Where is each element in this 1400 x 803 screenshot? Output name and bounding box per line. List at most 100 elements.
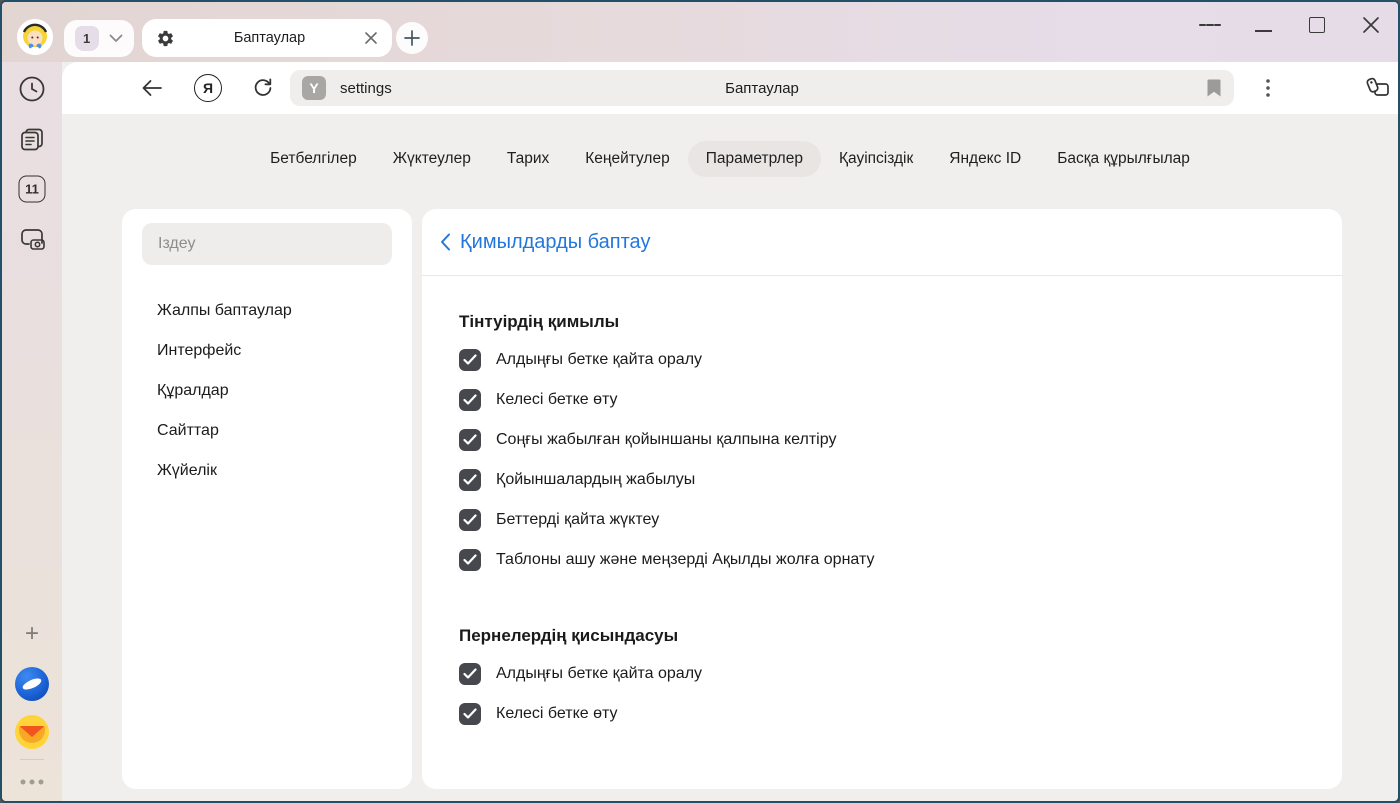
checkmark-icon bbox=[463, 708, 477, 720]
site-favicon: Y bbox=[302, 76, 326, 100]
nav-tab[interactable]: Тарих bbox=[489, 141, 567, 177]
more-panels-button[interactable] bbox=[21, 780, 44, 785]
checkmark-icon bbox=[463, 554, 477, 566]
address-bar-menu-button[interactable] bbox=[1265, 78, 1271, 98]
checkbox-row[interactable]: Беттерді қайта жүктеу bbox=[459, 500, 1342, 540]
checkbox-checked[interactable] bbox=[459, 703, 481, 725]
toolbar: Я Y settings Баптаулар bbox=[62, 62, 1398, 114]
settings-sidebar: Жалпы баптаулар Интерфейс Құралдар Сайтт… bbox=[122, 209, 412, 789]
tab-group-selector[interactable]: 1 bbox=[64, 20, 134, 57]
tab-title: Баптаулар bbox=[175, 30, 364, 46]
page-title[interactable]: Қимылдарды баптау bbox=[460, 231, 650, 254]
checkbox-label: Алдыңғы бетке қайта оралу bbox=[496, 351, 702, 369]
back-chevron-icon[interactable] bbox=[440, 233, 451, 251]
checkbox-checked[interactable] bbox=[459, 349, 481, 371]
checkbox-row[interactable]: Таблоны ашу және меңзерді Ақылды жолға о… bbox=[459, 540, 1342, 580]
nav-tab[interactable]: Басқа құрылғылар bbox=[1039, 141, 1208, 177]
screenshot-button[interactable] bbox=[17, 225, 47, 253]
checkbox-row[interactable]: Соңғы жабылған қойыншаны қалпына келтіру bbox=[459, 420, 1342, 460]
screenshot-camera-icon bbox=[17, 225, 47, 253]
user-avatar[interactable] bbox=[17, 19, 53, 55]
nav-tab[interactable]: Параметрлер bbox=[688, 141, 821, 177]
browser-menu-button[interactable] bbox=[1199, 14, 1221, 36]
checkbox-row[interactable]: Келесі бетке өту bbox=[459, 694, 1342, 734]
tab-close-icon[interactable] bbox=[364, 31, 378, 45]
nav-tab[interactable]: Кеңейтулер bbox=[567, 141, 687, 177]
chevron-down-icon bbox=[109, 34, 123, 43]
side-rail: 11 + bbox=[2, 62, 62, 801]
checkbox-row[interactable]: Алдыңғы бетке қайта оралу bbox=[459, 654, 1342, 694]
checkbox-row[interactable]: Келесі бетке өту bbox=[459, 380, 1342, 420]
checkbox-label: Таблоны ашу және меңзерді Ақылды жолға о… bbox=[496, 551, 874, 569]
checkbox-checked[interactable] bbox=[459, 429, 481, 451]
close-icon bbox=[1362, 16, 1380, 34]
checkbox-label: Соңғы жабылған қойыншаны қалпына келтіру bbox=[496, 431, 836, 449]
browser-window: 1 Баптаулар bbox=[0, 0, 1400, 803]
address-bar-page-title: Баптаулар bbox=[290, 80, 1234, 97]
tab-settings[interactable]: Баптаулар bbox=[142, 19, 392, 57]
section-title-keyboard-shortcuts: Пернелердің қисындасуы bbox=[459, 626, 1342, 646]
settings-nav-tabs: Бетбелгілер Жүктеулер Тарих Кеңейтулер П… bbox=[62, 141, 1398, 177]
nav-tab[interactable]: Яндекс ID bbox=[931, 141, 1039, 177]
maximize-button[interactable] bbox=[1306, 14, 1328, 36]
sidebar-item[interactable]: Жүйелік bbox=[122, 451, 412, 491]
sidebar-item[interactable]: Құралдар bbox=[122, 371, 412, 411]
tab-group-count-badge: 1 bbox=[75, 26, 99, 51]
rail-divider bbox=[20, 759, 44, 760]
nav-tab[interactable]: Қауіпсіздік bbox=[821, 141, 931, 177]
collections-tag-icon bbox=[1364, 75, 1392, 101]
bookmark-icon[interactable] bbox=[1206, 78, 1222, 98]
checkbox-label: Алдыңғы бетке қайта оралу bbox=[496, 665, 702, 683]
reload-button[interactable] bbox=[251, 76, 275, 100]
checkmark-icon bbox=[463, 474, 477, 486]
clock-icon bbox=[18, 75, 46, 103]
section-title-mouse-gestures: Тінтуірдің қимылы bbox=[459, 312, 1342, 332]
checkmark-icon bbox=[463, 668, 477, 680]
nav-tab[interactable]: Жүктеулер bbox=[375, 141, 489, 177]
close-window-button[interactable] bbox=[1360, 14, 1382, 36]
sidebar-item[interactable]: Сайттар bbox=[122, 411, 412, 451]
search-input[interactable] bbox=[142, 223, 392, 265]
checkbox-checked[interactable] bbox=[459, 549, 481, 571]
kebab-menu-icon bbox=[1265, 78, 1271, 98]
checkbox-row[interactable]: Қойыншалардың жабылуы bbox=[459, 460, 1342, 500]
yandex-browser-icon bbox=[15, 667, 49, 701]
tabs-panel-button[interactable]: 11 bbox=[19, 176, 46, 203]
address-bar[interactable]: Y settings Баптаулар bbox=[290, 70, 1234, 106]
dot-icon bbox=[30, 780, 35, 785]
nav-tab[interactable]: Бетбелгілер bbox=[252, 141, 375, 177]
tab-counter-badge: 11 bbox=[19, 176, 46, 203]
content-header: Қимылдарды баптау bbox=[422, 209, 1342, 276]
checkmark-icon bbox=[463, 394, 477, 406]
avatar-girl-icon bbox=[17, 19, 53, 55]
new-tab-button[interactable] bbox=[396, 22, 428, 54]
checkbox-checked[interactable] bbox=[459, 389, 481, 411]
checkmark-icon bbox=[463, 434, 477, 446]
keyboard-shortcuts-list: Алдыңғы бетке қайта оралу Келесі бетке ө… bbox=[459, 654, 1342, 734]
checkmark-icon bbox=[463, 354, 477, 366]
checkbox-row[interactable]: Алдыңғы бетке қайта оралу bbox=[459, 340, 1342, 380]
mouse-gestures-list: Алдыңғы бетке қайта оралу Келесі бетке ө… bbox=[459, 340, 1342, 580]
yandex-home-button[interactable]: Я bbox=[194, 74, 222, 102]
sidebar-item[interactable]: Интерфейс bbox=[122, 331, 412, 371]
sidebar-item[interactable]: Жалпы баптаулар bbox=[122, 291, 412, 331]
collections-button[interactable] bbox=[1364, 75, 1392, 101]
checkbox-checked[interactable] bbox=[459, 663, 481, 685]
back-arrow-icon bbox=[141, 79, 163, 97]
settings-sidebar-list: Жалпы баптаулар Интерфейс Құралдар Сайтт… bbox=[122, 291, 412, 491]
checkbox-label: Беттерді қайта жүктеу bbox=[496, 511, 659, 529]
url-text: settings bbox=[340, 80, 392, 97]
feed-button[interactable] bbox=[18, 125, 46, 153]
browser-logo-button[interactable] bbox=[15, 667, 49, 701]
checkbox-checked[interactable] bbox=[459, 509, 481, 531]
add-panel-button[interactable]: + bbox=[25, 620, 39, 648]
mail-button[interactable] bbox=[15, 715, 49, 749]
checkbox-label: Қойыншалардың жабылуы bbox=[496, 471, 695, 489]
minimize-button[interactable] bbox=[1252, 14, 1274, 36]
checkmark-icon bbox=[463, 514, 477, 526]
history-button[interactable] bbox=[18, 75, 46, 103]
checkbox-checked[interactable] bbox=[459, 469, 481, 491]
back-button[interactable] bbox=[141, 79, 163, 97]
gear-icon bbox=[156, 29, 175, 48]
checkbox-label: Келесі бетке өту bbox=[496, 391, 618, 409]
